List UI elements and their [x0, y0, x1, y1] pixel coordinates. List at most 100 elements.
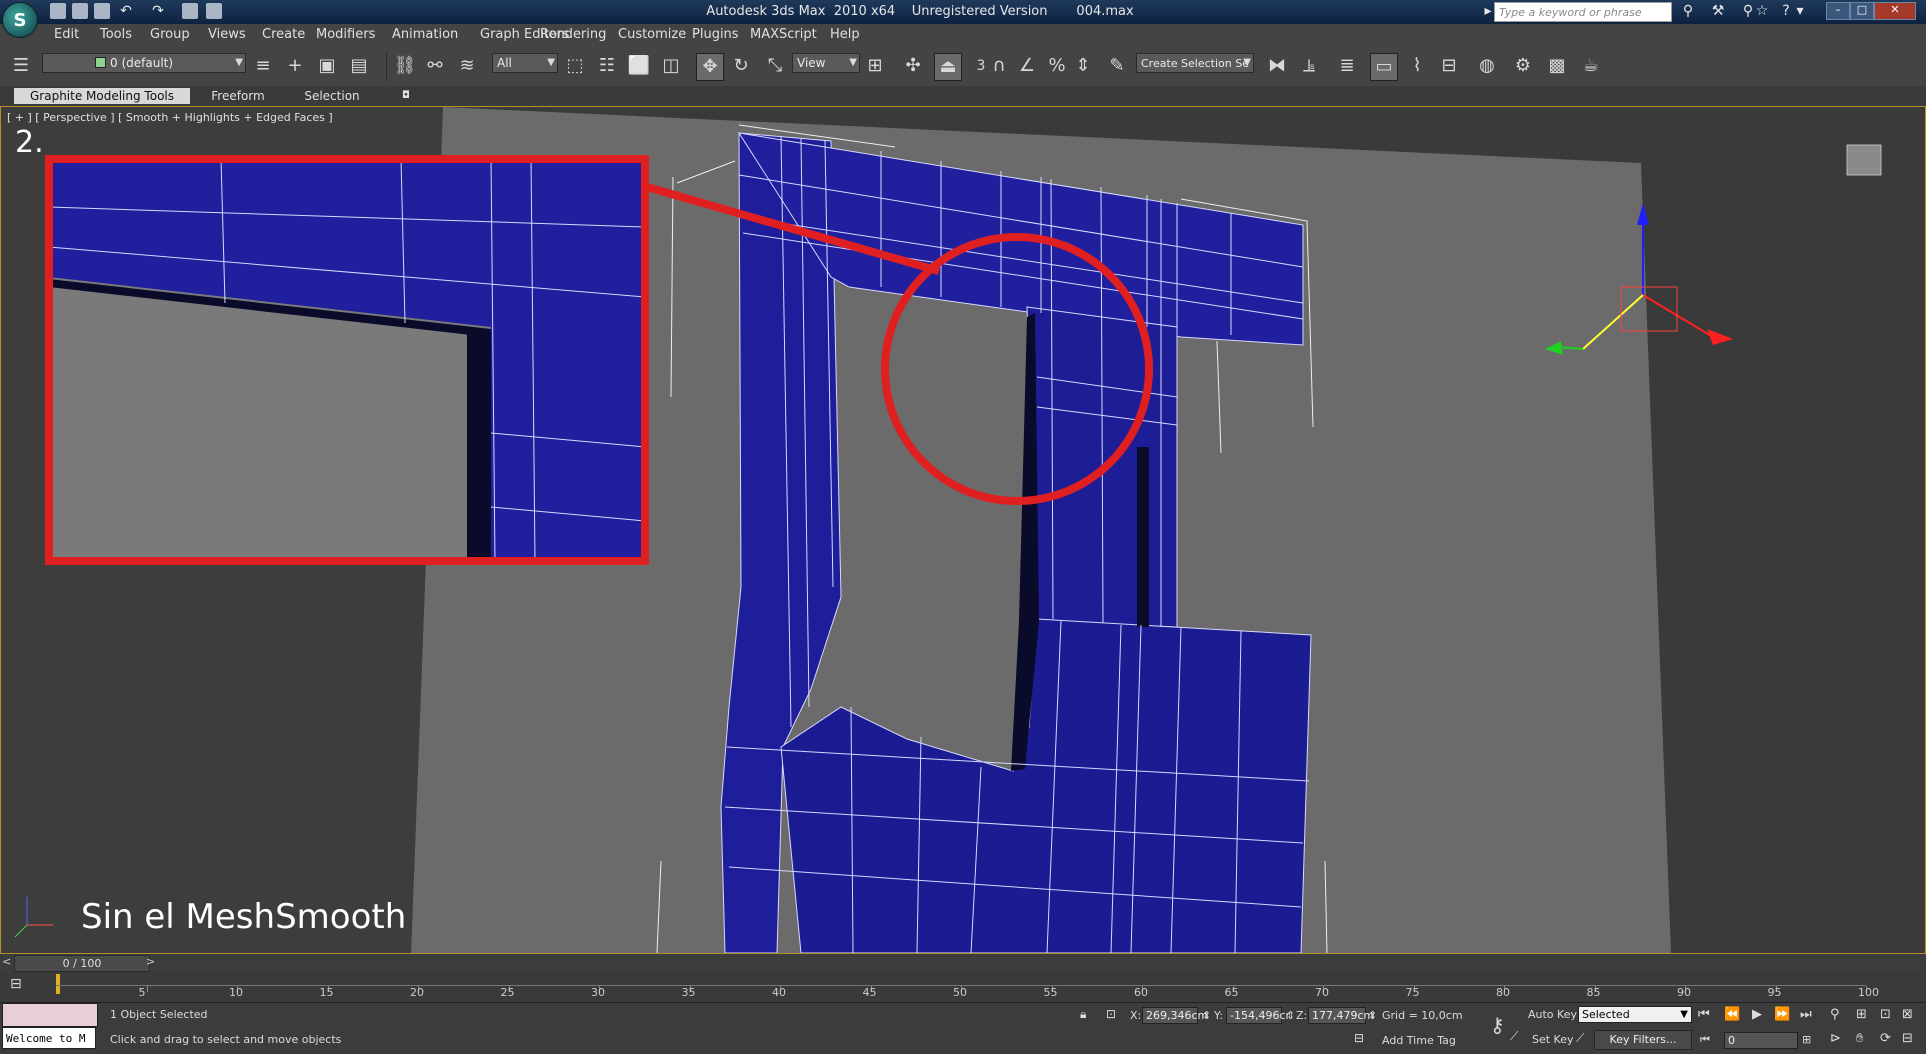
set-key-filter-icon[interactable]: ⟋ [1510, 1029, 1524, 1044]
bind-space-warp-icon[interactable]: ≋ [454, 53, 480, 79]
x-spinner-icon[interactable]: ⇕ [1202, 1009, 1211, 1022]
track-bar[interactable]: ⊟ 5 10 15 20 25 30 35 40 45 50 55 60 65 70 75 80 85 90 95 1… [0, 972, 1926, 1002]
material-editor-icon[interactable]: ◍ [1474, 53, 1500, 79]
project-folder-icon[interactable] [206, 3, 222, 19]
add-layer-icon[interactable]: + [282, 53, 308, 79]
x-coordinate-field[interactable]: 269,346cm [1142, 1007, 1208, 1024]
zoom-extents-icon[interactable]: ⊡ [1880, 1007, 1891, 1022]
favorites-star-icon[interactable]: ☆ [1754, 3, 1770, 19]
menu-maxscript[interactable]: MAXScript [750, 27, 817, 42]
menu-plugins[interactable]: Plugins [692, 27, 739, 42]
hold-icon[interactable] [182, 3, 198, 19]
help-dropdown-icon[interactable]: ▾ [1792, 3, 1808, 19]
tab-selection[interactable]: Selection [290, 88, 374, 104]
field-of-view-icon[interactable]: ⊳ [1830, 1031, 1841, 1046]
open-file-icon[interactable] [72, 3, 88, 19]
menu-help[interactable]: Help [830, 27, 860, 42]
tab-freeform[interactable]: Freeform [196, 88, 280, 104]
tab-graphite-modeling-tools[interactable]: Graphite Modeling Tools [14, 88, 190, 104]
select-manipulate-icon[interactable]: ✣ [900, 53, 926, 79]
named-selection-sets-dropdown[interactable]: Create Selection Se ▼ [1136, 53, 1254, 73]
select-object-icon[interactable]: ⬚ [562, 53, 588, 79]
lock-selection-icon[interactable]: 🔒︎ [1080, 1007, 1086, 1022]
angle-snap-icon[interactable]: ∠ [1014, 53, 1040, 79]
minimize-button[interactable]: – [1826, 2, 1850, 20]
render-setup-icon[interactable]: ⚙ [1510, 53, 1536, 79]
scale-tool-icon[interactable]: ⤡ [762, 53, 788, 79]
set-current-layer-icon[interactable]: ▤ [346, 53, 372, 79]
percent-snap-icon[interactable]: % [1044, 53, 1070, 79]
menu-rendering[interactable]: Rendering [540, 27, 606, 42]
align-icon[interactable]: ⫡ [1296, 53, 1322, 79]
new-file-icon[interactable] [50, 3, 66, 19]
search-input[interactable]: Type a keyword or phrase [1494, 2, 1672, 22]
time-slider-next-icon[interactable]: > [146, 955, 155, 968]
layer-explorer-icon[interactable]: ≣ [1334, 53, 1360, 79]
zoom-icon[interactable]: ⚲ [1830, 1007, 1840, 1022]
z-spinner-icon[interactable]: ⇕ [1368, 1009, 1377, 1022]
zoom-all-icon[interactable]: ⊞ [1856, 1007, 1867, 1022]
set-key-mode-icon[interactable]: ⟋ [1576, 1031, 1584, 1046]
key-filters-button[interactable]: Key Filters... [1594, 1030, 1692, 1050]
undo-icon[interactable]: ↶ [118, 3, 134, 19]
menu-tools[interactable]: Tools [100, 27, 132, 42]
play-icon[interactable]: ▶ [1752, 1007, 1762, 1022]
window-crossing-icon[interactable]: ◫ [658, 53, 684, 79]
time-slider-thumb[interactable]: 0 / 100 [14, 955, 150, 972]
menu-group[interactable]: Group [150, 27, 190, 42]
auto-key-button[interactable]: Auto Key [1528, 1008, 1577, 1021]
zoom-extents-all-icon[interactable]: ⊠ [1902, 1007, 1913, 1022]
menu-customize[interactable]: Customize [618, 27, 686, 42]
mirror-icon[interactable]: ⧓ [1264, 53, 1290, 79]
current-frame-field[interactable]: 0 [1724, 1032, 1798, 1049]
menu-animation[interactable]: Animation [392, 27, 458, 42]
key-mode-dropdown[interactable]: Selected ▼ [1578, 1006, 1692, 1023]
binoculars-icon[interactable]: ⚲ [1680, 3, 1696, 19]
unlink-icon[interactable]: ⚯ [422, 53, 448, 79]
render-teapot-icon[interactable]: ☕ [1578, 53, 1604, 79]
perspective-viewport[interactable]: [ + ] [ Perspective ] [ Smooth + Highlig… [0, 106, 1926, 954]
y-coordinate-field[interactable]: -154,496cr [1226, 1007, 1290, 1024]
time-tag-icon[interactable]: ⊟ [1354, 1031, 1364, 1045]
curve-editor-icon[interactable]: ⌇ [1404, 53, 1430, 79]
z-coordinate-field[interactable]: 177,479cm [1308, 1007, 1374, 1024]
maxscript-listener-mini[interactable] [2, 1003, 98, 1027]
layer-tool-icon[interactable]: ≡ [250, 53, 276, 79]
selection-filter-dropdown[interactable]: All ▼ [492, 53, 558, 73]
layer-manager-icon[interactable]: ☰ [8, 53, 34, 79]
keyboard-shortcut-override-icon[interactable]: ⏏ [934, 53, 962, 81]
pan-view-icon[interactable]: ✋︎ [1856, 1031, 1863, 1046]
set-key-button[interactable]: Set Key [1532, 1033, 1574, 1046]
redo-icon[interactable]: ↷ [150, 3, 166, 19]
layer-dropdown[interactable]: 0 (default) ▼ [42, 53, 246, 73]
rectangular-selection-icon[interactable]: ⬜ [626, 53, 652, 79]
app-logo-icon[interactable]: S [2, 2, 38, 38]
next-frame-icon[interactable]: ⏩ [1774, 1007, 1790, 1022]
maximize-viewport-icon[interactable]: ⊟ [1902, 1031, 1913, 1046]
add-time-tag[interactable]: Add Time Tag [1382, 1034, 1456, 1047]
ribbon-options-icon[interactable]: ◘ [398, 88, 414, 104]
close-button[interactable]: ✕ [1874, 2, 1916, 20]
go-to-end-icon[interactable]: ⏭ [1800, 1007, 1812, 1022]
graphite-toggle-icon[interactable]: ▭ [1370, 53, 1398, 81]
select-layer-icon[interactable]: ▣ [314, 53, 340, 79]
rotate-tool-icon[interactable]: ↻ [728, 53, 754, 79]
go-to-start-icon[interactable]: ⏮ [1698, 1007, 1710, 1022]
maxscript-listener[interactable]: Welcome to M [2, 1027, 96, 1049]
link-icon[interactable]: ⛓ [392, 53, 418, 79]
view-cube-icon[interactable] [1846, 144, 1882, 176]
spinner-snap-icon[interactable]: ⇕ [1070, 53, 1096, 79]
select-by-name-icon[interactable]: ☷ [594, 53, 620, 79]
pivot-center-icon[interactable]: ⊞ [862, 53, 888, 79]
reference-coordinate-dropdown[interactable]: View ▼ [792, 53, 860, 73]
y-spinner-icon[interactable]: ⇕ [1286, 1009, 1295, 1022]
menu-views[interactable]: Views [208, 27, 246, 42]
absolute-mode-icon[interactable]: ⊡ [1106, 1007, 1116, 1021]
maximize-button[interactable]: □ [1850, 2, 1874, 20]
save-file-icon[interactable] [94, 3, 110, 19]
edit-named-selection-icon[interactable]: ✎ [1104, 53, 1130, 79]
time-slider-prev-icon[interactable]: < [2, 955, 11, 968]
mini-curve-editor-icon[interactable]: ⊟ [10, 976, 34, 994]
subscription-icon[interactable]: ⚒ [1710, 3, 1726, 19]
snap-magnet-icon[interactable]: ∩ [986, 53, 1012, 79]
